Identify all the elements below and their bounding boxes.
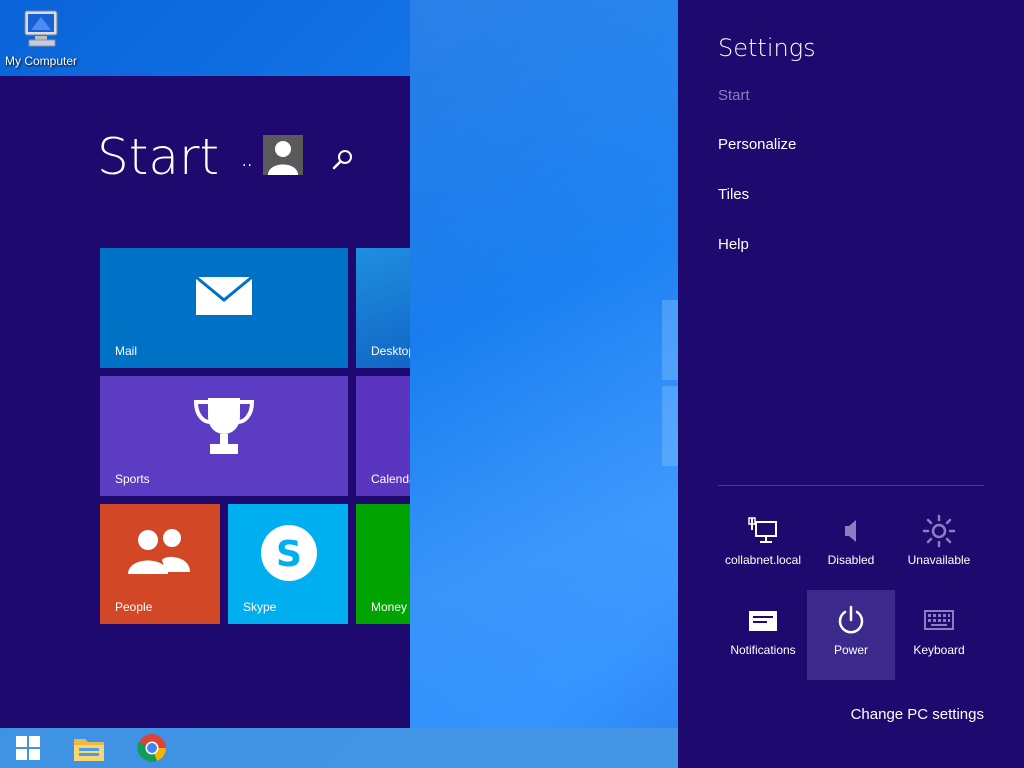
quick-setting-label: Power	[833, 643, 868, 657]
quick-setting-brightness[interactable]: Unavailable	[895, 500, 983, 590]
tile-people[interactable]: People	[100, 504, 220, 624]
windows-logo-icon	[16, 736, 40, 760]
power-icon	[807, 604, 895, 636]
charm-divider	[718, 485, 984, 486]
wallpaper-logo-pane	[662, 386, 678, 466]
quick-setting-notifications[interactable]: Notifications	[719, 590, 807, 680]
tile-desktop[interactable]: Desktop	[356, 248, 410, 368]
tile-label: People	[115, 600, 153, 614]
user-name-dots: ..	[242, 154, 253, 170]
user-avatar-icon[interactable]	[263, 135, 303, 175]
mail-icon	[195, 275, 253, 320]
svg-text:S: S	[276, 534, 302, 575]
settings-link-tiles[interactable]: Tiles	[718, 186, 749, 203]
network-icon	[719, 516, 807, 546]
start-button[interactable]	[2, 728, 54, 768]
quick-setting-label: Notifications	[730, 643, 796, 657]
settings-charm: Settings Start Personalize Tiles Help co…	[678, 0, 1024, 768]
wallpaper-glow	[410, 0, 678, 768]
change-pc-settings-link[interactable]: Change PC settings	[851, 706, 984, 723]
tile-skype[interactable]: S Skype	[228, 504, 348, 624]
start-title: Start	[97, 128, 220, 186]
quick-setting-label: Unavailable	[907, 553, 971, 567]
desktop-icon-my-computer[interactable]: My Computer	[2, 8, 80, 68]
people-icon	[126, 526, 192, 580]
tile-calendar[interactable]: Calendar	[356, 376, 410, 496]
charm-title: Settings	[718, 34, 816, 62]
desktop-icon-label: My Computer	[4, 54, 78, 68]
trophy-icon	[190, 394, 258, 460]
tile-label: Mail	[115, 344, 138, 358]
quick-setting-volume[interactable]: Disabled	[807, 500, 895, 590]
quick-setting-label: Keyboard	[913, 643, 965, 657]
settings-link-start[interactable]: Start	[718, 87, 750, 104]
tile-sports[interactable]: Sports	[100, 376, 348, 496]
computer-icon	[24, 10, 58, 47]
file-explorer-button[interactable]	[63, 728, 115, 768]
keyboard-icon	[895, 610, 983, 630]
chrome-icon	[137, 734, 166, 762]
folder-icon	[74, 739, 104, 761]
search-icon[interactable]	[332, 148, 354, 174]
quick-setting-power[interactable]: Power	[807, 590, 895, 680]
tile-label: Desktop	[371, 344, 410, 358]
quick-setting-keyboard[interactable]: Keyboard	[895, 590, 983, 680]
tile-label: Sports	[115, 472, 150, 486]
tile-money[interactable]: Money	[356, 504, 410, 624]
tile-label: Calendar	[371, 472, 410, 486]
wallpaper-logo-pane	[662, 300, 678, 380]
taskbar	[0, 728, 678, 768]
quick-setting-network[interactable]: collabnet.local	[719, 500, 807, 590]
brightness-icon	[895, 514, 983, 548]
quick-setting-label: collabnet.local	[724, 553, 802, 567]
tile-label: Money	[371, 600, 408, 614]
start-screen: Start .. Mail Desktop	[0, 76, 410, 728]
skype-icon: S	[258, 522, 320, 588]
quick-setting-label: Disabled	[827, 553, 875, 567]
tile-label: Skype	[243, 600, 277, 614]
notifications-icon	[719, 610, 807, 632]
settings-link-personalize[interactable]: Personalize	[718, 136, 796, 153]
settings-link-help[interactable]: Help	[718, 236, 749, 253]
chrome-button[interactable]	[126, 728, 178, 768]
volume-icon	[807, 516, 895, 546]
tile-mail[interactable]: Mail	[100, 248, 348, 368]
